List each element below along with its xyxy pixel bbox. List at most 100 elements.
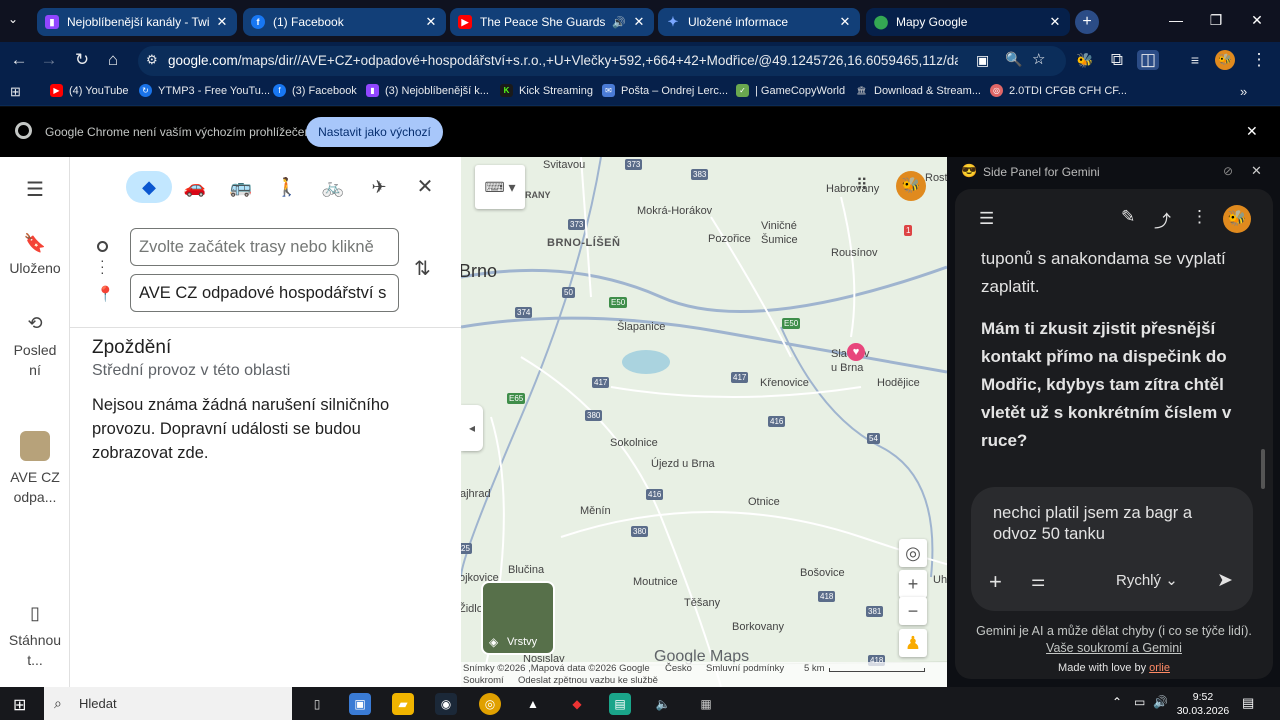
audio-app-icon[interactable]: 🔈 (652, 693, 674, 715)
speaker-icon[interactable]: 🔊 (612, 16, 626, 29)
apps-grid-icon[interactable]: ⊞ (10, 84, 21, 100)
url-text[interactable]: google.com/maps/dir//AVE+CZ+odpadové+hos… (168, 53, 958, 68)
window-close-icon[interactable]: ✕ (1247, 12, 1267, 29)
pegman-icon[interactable]: ♟ (899, 629, 927, 657)
volume-icon[interactable]: 🔊 (1153, 695, 1168, 709)
flight-icon[interactable]: ✈ (356, 171, 402, 203)
tab-facebook[interactable]: f (1) Facebook ✕ (243, 8, 446, 36)
app-red-icon[interactable]: ◆ (566, 693, 588, 715)
bookmark-twitch[interactable]: ▮ (3) Nejoblíbenější k... (366, 84, 489, 97)
zoom-in-icon[interactable]: + (899, 570, 927, 598)
reload-icon[interactable]: ↻ (71, 50, 93, 70)
hamburger-menu-icon[interactable]: ☰ (0, 177, 70, 202)
windows-start-icon[interactable]: ⊞ (13, 695, 26, 715)
bookmark-download-stream[interactable]: 🏛 Download & Stream... (855, 84, 981, 97)
extension-bee-icon[interactable]: 🐝 (1074, 50, 1096, 70)
map-canvas[interactable]: Brno BRNO-LÍŠEŇ Svitavou Mokrá-Horákov V… (461, 157, 947, 687)
keyboard-icon[interactable]: ⌨ ▾ (475, 165, 525, 209)
new-tab-button[interactable]: + (1075, 10, 1099, 34)
infobar-close-icon[interactable]: ✕ (1246, 123, 1258, 140)
restore-icon[interactable]: ❐ (1206, 12, 1226, 29)
chat-scrollbar[interactable] (1261, 449, 1265, 489)
feedback-link[interactable]: Odeslat zpětnou vazbu ke službě (518, 675, 658, 686)
app-teal-icon[interactable]: ▤ (609, 693, 631, 715)
taskbar-search[interactable]: ⌕ Hledat (44, 687, 292, 720)
bus-icon[interactable]: 🚌 (218, 171, 264, 203)
profile-avatar[interactable]: 🐝 (1215, 50, 1235, 70)
photos-app-icon[interactable]: ▣ (349, 693, 371, 715)
bicycle-icon[interactable]: 🚲 (310, 171, 356, 203)
unpin-icon[interactable]: ⊘ (1223, 164, 1233, 178)
menu-kebab-icon[interactable]: ⋮ (1248, 50, 1270, 70)
car-icon[interactable]: 🚗 (172, 171, 218, 203)
site-info-icon[interactable]: ⚙ (146, 52, 158, 68)
bookmarks-overflow-icon[interactable]: » (1240, 84, 1247, 99)
rail-saved[interactable]: 🔖 Uloženo (0, 233, 70, 276)
add-attachment-icon[interactable]: + (989, 569, 1002, 595)
bookmark-facebook[interactable]: f (3) Facebook (273, 84, 357, 97)
terms-link[interactable]: Smluvní podmínky (706, 663, 784, 674)
destination-heart-marker[interactable]: ♥ (847, 343, 865, 361)
tools-icon[interactable]: ⚌ (1031, 571, 1045, 591)
rail-recent-place[interactable]: AVE CZ odpa... (0, 431, 70, 507)
tab-google-maps[interactable]: ⬤ Mapy Google ✕ (866, 8, 1070, 36)
share-icon[interactable]: ⤴ (1154, 207, 1171, 232)
my-location-icon[interactable]: ◎ (899, 539, 927, 567)
minimize-icon[interactable]: — (1166, 12, 1186, 28)
start-input[interactable]: Zvolte začátek trasy nebo klikně (130, 228, 399, 266)
privacy-link[interactable]: Soukromí (463, 675, 504, 686)
zoom-icon[interactable]: 🔍 (1005, 51, 1022, 68)
author-link[interactable]: orlie (1149, 662, 1170, 674)
home-icon[interactable]: ⌂ (102, 50, 124, 70)
bookmark-tdi[interactable]: ◎ 2.0TDI CFGB CFH CF... (990, 84, 1127, 97)
star-icon[interactable]: ☆ (1032, 50, 1045, 68)
more-options-icon[interactable]: ⋮ (1191, 207, 1208, 227)
new-chat-icon[interactable]: ✎ (1121, 207, 1135, 227)
swap-icon[interactable]: ⇅ (414, 256, 431, 281)
set-default-button[interactable]: Nastavit jako výchozí (306, 117, 443, 147)
walk-icon[interactable]: 🚶 (264, 171, 310, 203)
map-user-avatar[interactable]: 🐝 (896, 171, 926, 201)
tab-search-button[interactable]: ⌄ (8, 12, 18, 26)
collapse-panel-icon[interactable]: ◂ (461, 405, 483, 451)
tab-gemini-saved[interactable]: ✦ Uložené informace ✕ (658, 8, 860, 36)
privacy-link[interactable]: Vaše soukromí a Gemini (1046, 641, 1182, 655)
back-arrow-icon[interactable]: ← (8, 50, 30, 70)
model-selector[interactable]: Rychlý ⌄ (1116, 571, 1178, 589)
forward-arrow-icon[interactable]: → (38, 50, 60, 70)
close-directions-icon[interactable]: ✕ (402, 171, 448, 203)
bookmark-gamecopyworld[interactable]: ✓ | GameCopyWorld (736, 84, 845, 97)
zoom-out-icon[interactable]: − (899, 597, 927, 625)
file-explorer-icon[interactable]: ▰ (392, 693, 414, 715)
tab-twitch[interactable]: ▮ Nejoblíbenější kanály - Twitch ✕ (37, 8, 237, 36)
taskbar-clock[interactable]: 9:52 30.03.2026 (1172, 690, 1234, 718)
layers-button[interactable]: ◈ Vrstvy (481, 581, 555, 655)
close-icon[interactable]: ✕ (1048, 14, 1062, 30)
chrome-icon[interactable]: ◎ (479, 693, 501, 715)
steam-icon[interactable]: ◉ (435, 693, 457, 715)
country-label[interactable]: Česko (665, 663, 692, 674)
bookmark-ytmp3[interactable]: ↻ YTMP3 - Free YouTu... (139, 84, 270, 97)
destination-input[interactable]: AVE CZ odpadové hospodářství s (130, 274, 399, 312)
rail-download[interactable]: ▯ Stáhnou t... (0, 603, 70, 670)
side-panel-icon[interactable]: ◫ (1137, 50, 1159, 70)
extensions-puzzle-icon[interactable]: ⧉ (1106, 50, 1128, 70)
close-icon[interactable]: ✕ (424, 14, 438, 30)
send-icon[interactable]: ➤ (1217, 569, 1233, 592)
bookmark-posta[interactable]: ✉ Pošta – Ondrej Lerc... (602, 84, 728, 97)
cast-icon[interactable]: ▣ (976, 52, 989, 69)
close-icon[interactable]: ✕ (838, 14, 852, 30)
tray-chevron-icon[interactable]: ⌃ (1112, 695, 1122, 709)
bookmark-youtube[interactable]: ▶ (4) YouTube (50, 84, 129, 97)
tab-youtube[interactable]: ▶ The Peace She Guards | Am 🔊 ✕ (450, 8, 654, 36)
address-bar[interactable]: ⚙ google.com/maps/dir//AVE+CZ+odpadové+h… (138, 46, 1066, 76)
media-controls-icon[interactable]: ≡ (1184, 50, 1206, 70)
gemini-menu-icon[interactable]: ☰ (979, 209, 994, 229)
network-icon[interactable]: ▭ (1134, 695, 1145, 709)
apps-dots-icon[interactable]: ⠿ (856, 175, 868, 195)
side-panel-close-icon[interactable]: ✕ (1251, 163, 1262, 179)
rail-recent[interactable]: ⟲ Posled ní (0, 313, 70, 380)
task-view-icon[interactable]: ▯ (306, 693, 328, 715)
gemini-user-avatar[interactable]: 🐝 (1223, 205, 1251, 233)
best-route-icon[interactable]: ◆ (126, 171, 172, 203)
